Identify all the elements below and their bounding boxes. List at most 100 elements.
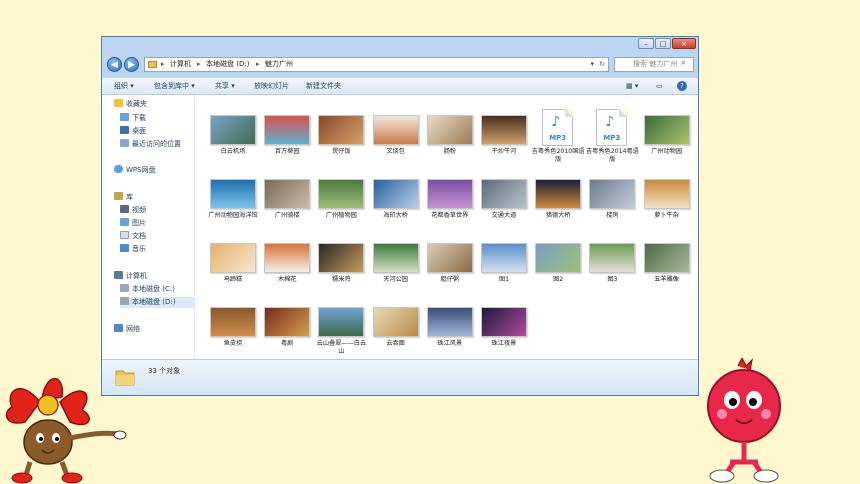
image-file-item[interactable]: 糯米鸡 [314,237,368,291]
maximize-button[interactable]: □ [655,38,671,49]
nav-music[interactable]: 音乐 [120,244,146,255]
image-thumbnail [264,179,311,209]
mp3-file-item[interactable]: ♪ MP3 吉粤秀色2014粤语版 [585,109,639,163]
nav-wps-cloud[interactable]: WPS网盘 [114,165,156,176]
nav-libraries[interactable]: 库 [114,192,133,203]
nav-favorites[interactable]: 收藏夹 [114,99,147,110]
forward-button[interactable]: ▶ [124,57,139,72]
image-file-item[interactable]: 鱼皮捞 [206,301,260,355]
breadcrumb-drive-d[interactable]: 本地磁盘 (D:) [206,58,249,71]
image-file-item[interactable]: 广州植物园 [314,173,368,227]
image-file-item[interactable]: 广州骑楼 [260,173,314,227]
nav-network[interactable]: 网络 [114,324,140,335]
image-file-item[interactable]: 图1 [477,237,531,291]
image-thumbnail [535,243,582,273]
preview-pane-icon[interactable]: ▭ [656,78,663,94]
navigation-pane: 收藏夹 下载 桌面 最近访问的位置 WPS网盘 库 视频 图片 文档 音乐 计算… [102,95,195,359]
nav-documents[interactable]: 文档 [120,231,146,242]
file-name-label: 糯米鸡 [332,276,351,283]
image-thumbnail [210,115,256,145]
computer-icon [114,271,123,279]
address-dropdown-icon[interactable]: ▾ [590,58,594,71]
document-icon [120,231,129,239]
image-thumbnail [643,115,690,145]
image-file-item[interactable]: 花都香草世界 [423,173,477,227]
breadcrumb-computer[interactable]: 计算机 [170,58,191,71]
nav-recent[interactable]: 最近访问的位置 [120,139,181,150]
share-menu[interactable]: 共享 ▾ [215,78,235,94]
address-bar-row: ◀ ▶ ▸ 计算机 ▸ 本地磁盘 (D:) ▸ 魅力广州 ▾ ↻ 搜索 魅力广州… [102,53,698,77]
image-file-item[interactable]: 五羊雕像 [640,237,694,291]
close-button[interactable]: × [672,38,696,49]
view-options-icon[interactable]: ▦ ▾ [626,78,638,94]
breadcrumb-current-folder[interactable]: 魅力广州 [265,58,293,71]
image-file-item[interactable]: 交通大道 [477,173,531,227]
slideshow-button[interactable]: 放映幻灯片 [254,78,289,94]
image-thumbnail [643,179,690,209]
organize-menu[interactable]: 组织 ▾ [114,78,134,94]
nav-label: 收藏夹 [126,100,147,108]
breadcrumb-separator: ▸ [161,60,165,68]
nav-videos[interactable]: 视频 [120,205,146,216]
mp3-file-item[interactable]: ♪ MP3 吉粤秀色2010国语版 [531,109,585,163]
image-file-item[interactable]: 马蹄糕 [206,237,260,291]
library-icon [114,192,123,200]
nav-label: 本地磁盘 (D:) [132,298,176,306]
image-file-item[interactable]: 粤剧 [260,301,314,355]
address-bar[interactable]: ▸ 计算机 ▸ 本地磁盘 (D:) ▸ 魅力广州 ▾ ↻ [144,57,609,72]
help-icon[interactable]: ? [677,81,687,91]
refresh-button[interactable]: ↻ [599,58,605,71]
image-thumbnail [481,307,527,337]
file-name-label: 五羊雕像 [654,276,679,283]
nav-drive-d[interactable]: 本地磁盘 (D:) [120,297,195,308]
image-file-item[interactable]: 广州动物园海洋馆 [206,173,260,227]
image-file-item[interactable]: 海印大桥 [369,173,423,227]
image-file-item[interactable]: 肠粉 [423,109,477,163]
pomegranate-mascot [707,358,781,483]
image-file-item[interactable]: 叉烧包 [369,109,423,163]
image-file-item[interactable]: 云吞面 [369,301,423,355]
image-file-item[interactable]: 广州动物园 [640,109,694,163]
nav-label: 本地磁盘 (C:) [132,285,175,293]
nav-pictures[interactable]: 图片 [120,218,146,229]
image-file-item[interactable]: 楼房 [585,173,639,227]
nav-drive-c[interactable]: 本地磁盘 (C:) [120,284,175,295]
image-file-item[interactable]: 干炒牛河 [477,109,531,163]
new-folder-button[interactable]: 新建文件夹 [306,78,341,94]
image-file-item[interactable]: 猎德大桥 [531,173,585,227]
file-name-label: 干炒牛河 [491,148,517,155]
download-icon [120,113,129,121]
image-thumbnail [372,307,419,337]
recent-places-icon [120,139,129,147]
file-name-label: 图2 [553,276,564,283]
image-thumbnail [481,243,527,273]
nav-computer[interactable]: 计算机 [114,271,147,282]
image-thumbnail [426,307,473,337]
file-name-label: 广州动物园海洋馆 [208,212,258,219]
image-file-item[interactable]: 天河公园 [369,237,423,291]
minimize-button[interactable]: – [638,38,654,49]
file-name-label: 煲仔饭 [332,148,351,155]
image-thumbnail [210,243,256,273]
image-thumbnail [318,115,365,145]
image-file-item[interactable]: 云山叠翠——白云山 [314,301,368,355]
image-file-item[interactable]: 煲仔饭 [314,109,368,163]
image-file-item[interactable]: 珠江风景 [423,301,477,355]
folder-icon [148,61,157,68]
image-file-item[interactable]: 艇仔粥 [423,237,477,291]
image-thumbnail [481,115,527,145]
nav-label: 库 [126,193,133,201]
image-file-item[interactable]: 图3 [585,237,639,291]
back-button[interactable]: ◀ [107,57,122,72]
nav-downloads[interactable]: 下载 [120,113,146,124]
image-file-item[interactable]: 木棉花 [260,237,314,291]
image-file-item[interactable]: 萝卜牛杂 [640,173,694,227]
image-file-item[interactable]: 图2 [531,237,585,291]
nav-desktop[interactable]: 桌面 [120,126,146,137]
image-file-item[interactable]: 珠江夜景 [477,301,531,355]
include-library-menu[interactable]: 包含到库中 ▾ [154,78,195,94]
image-file-item[interactable]: 白云机场 [206,109,260,163]
image-file-item[interactable]: 百万葵园 [260,109,314,163]
star-icon [114,99,123,107]
breadcrumb-separator: ▸ [197,60,201,68]
